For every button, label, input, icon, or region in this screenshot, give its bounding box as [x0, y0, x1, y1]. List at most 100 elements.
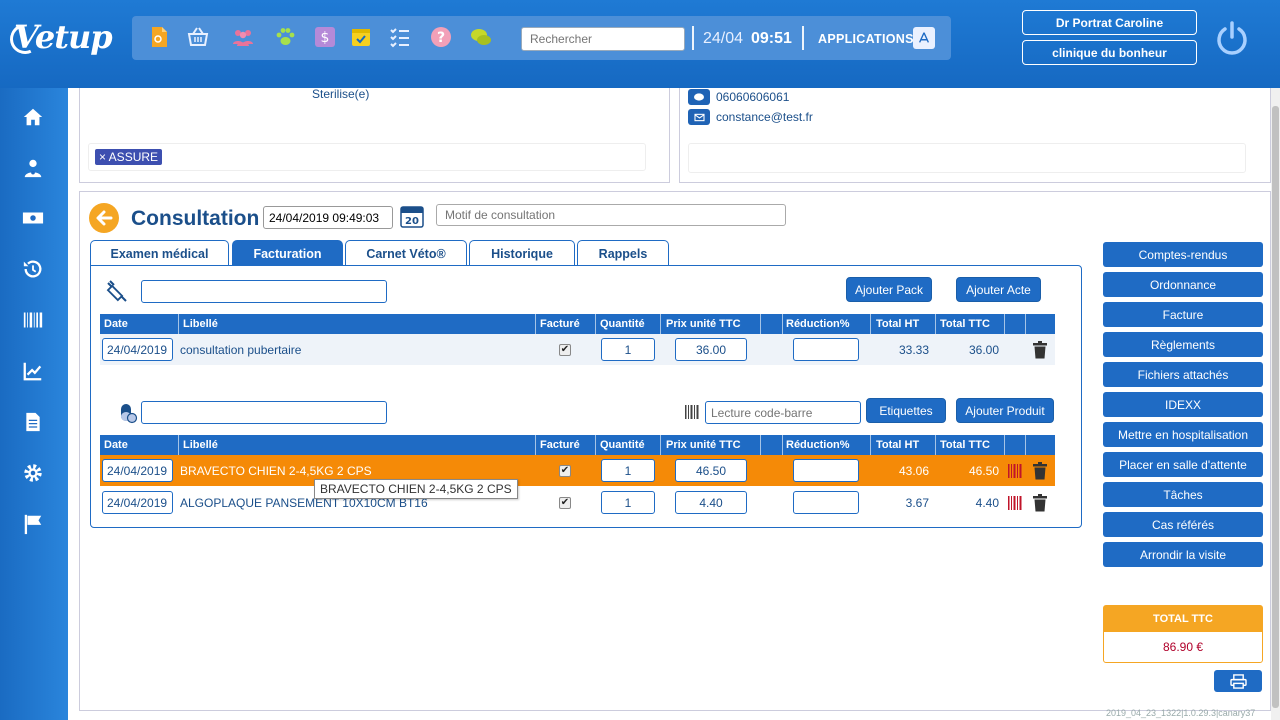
svg-text:?: ?	[437, 30, 445, 46]
red-barcode-icon[interactable]	[1008, 463, 1022, 479]
settings-icon[interactable]	[20, 460, 46, 486]
barcode-input[interactable]	[705, 401, 861, 424]
print-button[interactable]	[1214, 670, 1262, 692]
payments-button[interactable]: Règlements	[1103, 332, 1263, 357]
consultation-reason-input[interactable]	[436, 204, 786, 226]
tab-medical-exam[interactable]: Examen médical	[90, 240, 229, 266]
col-billed: Facturé	[540, 439, 580, 451]
paw-icon[interactable]	[272, 24, 298, 50]
col-label: Libellé	[183, 318, 218, 330]
reduction-input[interactable]	[793, 338, 859, 361]
product-search-input[interactable]	[141, 401, 387, 424]
reduction-input[interactable]	[793, 491, 859, 514]
tab-vet-booklet[interactable]: Carnet Véto®	[345, 240, 467, 266]
money-icon[interactable]	[20, 205, 46, 231]
svg-text:20: 20	[405, 216, 419, 227]
quantity-input[interactable]: 1	[601, 491, 655, 514]
main-toolbar: $ ? 24/04 09:51 APPLICATIONS	[132, 16, 951, 60]
add-act-button[interactable]: Ajouter Acte	[956, 277, 1041, 302]
row-label: BRAVECTO CHIEN 2-4,5KG 2 CPS	[180, 464, 372, 478]
tab-billing[interactable]: Facturation	[232, 240, 343, 266]
billed-checkbox[interactable]: ✔	[559, 344, 571, 356]
scrollbar-thumb[interactable]	[1272, 106, 1279, 708]
phone-contact: 06060606061	[688, 89, 789, 105]
hospitalize-button[interactable]: Mettre en hospitalisation	[1103, 422, 1263, 447]
row-date[interactable]: 24/04/2019	[102, 338, 173, 361]
products-table-header: Date Libellé Facturé Quantité Prix unité…	[100, 435, 1055, 455]
applications-button[interactable]: APPLICATIONS	[818, 32, 914, 46]
add-pack-button[interactable]: Ajouter Pack	[846, 277, 932, 302]
act-search-input[interactable]	[141, 280, 387, 303]
calendar-icon[interactable]	[348, 24, 374, 50]
basket-icon[interactable]	[185, 24, 211, 50]
idexx-button[interactable]: IDEXX	[1103, 392, 1263, 417]
trash-icon[interactable]	[1033, 494, 1047, 512]
row-total-ttc: 4.40	[975, 496, 999, 510]
col-date: Date	[104, 439, 128, 451]
back-arrow-icon[interactable]	[89, 203, 119, 233]
owner-email[interactable]: constance@test.fr	[716, 110, 813, 124]
insured-tag[interactable]: × ASSURE	[95, 149, 163, 165]
users-icon[interactable]	[230, 24, 256, 50]
total-ttc-value: 86.90 €	[1162, 640, 1204, 654]
trash-icon[interactable]	[1033, 462, 1047, 480]
quantity-input[interactable]: 1	[601, 338, 655, 361]
help-icon[interactable]: ?	[428, 24, 454, 50]
tab-history[interactable]: Historique	[469, 240, 575, 266]
red-barcode-icon[interactable]	[1008, 495, 1022, 511]
history-icon[interactable]	[20, 256, 46, 282]
referred-cases-button[interactable]: Cas référés	[1103, 512, 1263, 537]
owner-notes-field[interactable]	[688, 143, 1246, 173]
power-icon[interactable]	[1214, 20, 1250, 56]
reduction-input[interactable]	[793, 459, 859, 482]
email-contact: constance@test.fr	[688, 109, 813, 125]
stats-icon[interactable]	[20, 358, 46, 384]
col-unit-price: Prix unité TTC	[666, 439, 741, 451]
table-row[interactable]: 24/04/2019 BRAVECTO CHIEN 2-4,5KG 2 CPS …	[100, 455, 1055, 486]
waiting-room-button[interactable]: Placer en salle d'attente	[1103, 452, 1263, 477]
consultation-datetime-input[interactable]	[263, 206, 393, 229]
labels-button[interactable]: Etiquettes	[866, 398, 946, 423]
round-visit-button[interactable]: Arrondir la visite	[1103, 542, 1263, 567]
checklist-icon[interactable]	[387, 24, 413, 50]
tags-field[interactable]: × ASSURE	[88, 143, 646, 171]
flag-icon[interactable]	[20, 511, 46, 537]
billed-checkbox[interactable]: ✔	[559, 465, 571, 477]
tasks-button[interactable]: Tâches	[1103, 482, 1263, 507]
quantity-input[interactable]: 1	[601, 459, 655, 482]
row-date[interactable]: 24/04/2019	[102, 491, 173, 514]
add-product-button[interactable]: Ajouter Produit	[956, 398, 1054, 423]
barcode-icon[interactable]	[20, 307, 46, 333]
calendar-icon[interactable]: 20	[400, 204, 424, 228]
billed-checkbox[interactable]: ✔	[559, 497, 571, 509]
chat-icon[interactable]	[468, 24, 494, 50]
col-quantity: Quantité	[600, 318, 645, 330]
dollar-icon[interactable]: $	[312, 24, 338, 50]
table-row[interactable]: 24/04/2019 consultation pubertaire ✔ 1 3…	[100, 334, 1055, 365]
document-icon[interactable]	[146, 24, 172, 50]
owner-phone[interactable]: 06060606061	[716, 90, 789, 104]
attached-files-button[interactable]: Fichiers attachés	[1103, 362, 1263, 387]
toolbar-date: 24/04	[703, 30, 744, 47]
vetup-logo[interactable]: Vetup	[5, 18, 113, 59]
app-store-icon[interactable]	[913, 27, 935, 49]
search-input[interactable]	[521, 27, 685, 51]
row-total-ht: 43.06	[898, 464, 929, 478]
document-icon[interactable]	[20, 409, 46, 435]
trash-icon[interactable]	[1033, 341, 1047, 359]
row-date[interactable]: 24/04/2019	[102, 459, 173, 482]
tab-reminders[interactable]: Rappels	[577, 240, 669, 266]
reports-button[interactable]: Comptes-rendus	[1103, 242, 1263, 267]
invoice-button[interactable]: Facture	[1103, 302, 1263, 327]
prescription-button[interactable]: Ordonnance	[1103, 272, 1263, 297]
toolbar-divider	[692, 26, 694, 50]
table-row[interactable]: 24/04/2019 ALGOPLAQUE PANSEMENT 10X10CM …	[100, 487, 1055, 518]
owner-card: 06060606061 constance@test.fr	[679, 88, 1271, 183]
unit-price-input[interactable]: 4.40	[675, 491, 747, 514]
vet-icon[interactable]	[20, 155, 46, 181]
unit-price-input[interactable]: 36.00	[675, 338, 747, 361]
clinic-name-button[interactable]: clinique du bonheur	[1022, 40, 1197, 65]
home-icon[interactable]	[20, 104, 46, 130]
unit-price-input[interactable]: 46.50	[675, 459, 747, 482]
user-name-button[interactable]: Dr Portrat Caroline	[1022, 10, 1197, 35]
